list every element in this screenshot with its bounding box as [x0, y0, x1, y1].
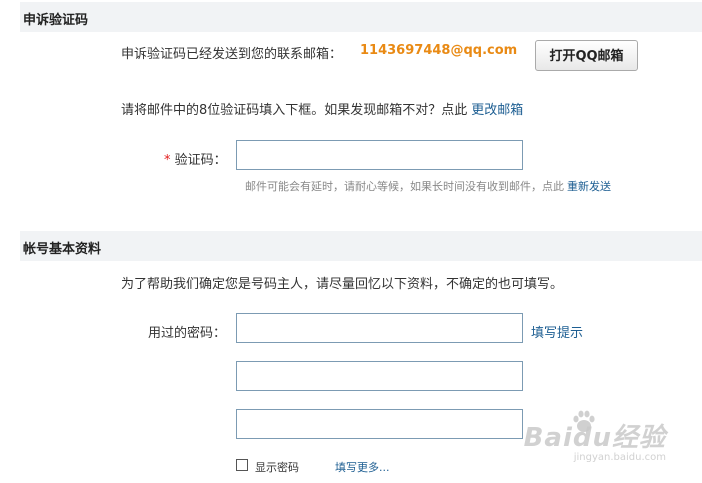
contact-email: 1143697448@qq.com — [360, 43, 518, 58]
password-input-2[interactable] — [236, 361, 523, 391]
show-password-label: 显示密码 — [255, 461, 299, 474]
verification-code-input[interactable] — [236, 140, 523, 170]
password-label: 用过的密码： — [148, 326, 227, 341]
appeal-section-header: 申诉验证码 — [20, 2, 702, 32]
code-sent-text: 申诉验证码已经发送到您的联系邮箱： — [121, 47, 343, 62]
account-section-title: 帐号基本资料 — [23, 242, 102, 257]
password-input-3[interactable] — [236, 409, 523, 439]
baidu-jingyan-watermark: Baidu经验 jingyan.baidu.com — [524, 417, 666, 463]
code-instruction: 请将邮件中的8位验证码填入下框。如果发现邮箱不对？点此 更改邮箱 — [121, 99, 523, 118]
open-qq-mail-button[interactable]: 打开QQ邮箱 — [535, 40, 638, 71]
delay-hint: 邮件可能会有延时，请耐心等候，如果长时间没有收到邮件，点此 重新发送 — [245, 178, 611, 194]
code-instruction-text: 请将邮件中的8位验证码填入下框。如果发现邮箱不对？点此 — [121, 103, 468, 118]
fill-hint-link[interactable]: 填写提示 — [531, 322, 583, 341]
password-input-1[interactable] — [236, 313, 523, 343]
code-label: * 验证码： — [164, 149, 227, 168]
required-mark: * — [164, 153, 171, 168]
delay-hint-text: 邮件可能会有延时，请耐心等候，如果长时间没有收到邮件，点此 — [245, 180, 564, 193]
code-label-text: 验证码： — [174, 153, 227, 168]
account-description: 为了帮助我们确定您是号码主人，请尽量回忆以下资料，不确定的也可填写。 — [121, 277, 564, 292]
change-email-link[interactable]: 更改邮箱 — [471, 103, 523, 118]
resend-link[interactable]: 重新发送 — [567, 180, 611, 193]
show-password-checkbox[interactable] — [236, 459, 248, 471]
appeal-section-title: 申诉验证码 — [23, 13, 89, 28]
watermark-logo: Baidu经验 — [523, 423, 666, 453]
fill-more-link[interactable]: 填写更多... — [335, 459, 390, 475]
account-section-header: 帐号基本资料 — [20, 231, 702, 261]
